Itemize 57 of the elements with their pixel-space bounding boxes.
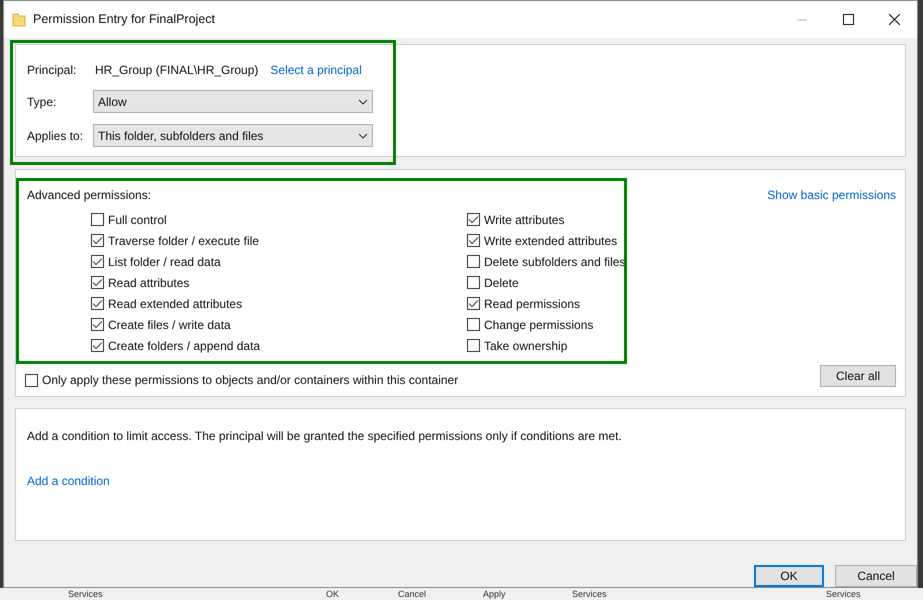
checkbox[interactable] <box>91 276 104 289</box>
checkbox-label: Take ownership <box>484 338 568 354</box>
checkbox-label: Write attributes <box>484 212 564 228</box>
checkbox-label: Change permissions <box>484 316 594 334</box>
checkbox-label: Read attributes <box>108 274 190 292</box>
checkbox-label: Read permissions <box>484 296 580 312</box>
checkbox-label: Create folders / append data <box>108 338 260 354</box>
background-label: Cancel <box>398 589 426 599</box>
background-label: Services <box>826 589 861 599</box>
chevron-down-icon <box>358 132 368 138</box>
checkbox[interactable] <box>467 234 480 247</box>
checkbox-label: Read extended attributes <box>108 296 242 312</box>
principal-name: HR_Group (FINAL\HR_Group) <box>95 62 258 79</box>
field-label: Principal: <box>27 62 78 79</box>
field-label: Type: <box>27 94 58 110</box>
dropdown[interactable]: Allow <box>93 90 373 113</box>
checkbox[interactable] <box>91 339 104 352</box>
background-label: Apply <box>483 589 506 599</box>
field-label: Applies to: <box>27 128 84 144</box>
checkbox[interactable] <box>91 318 104 331</box>
condition-description: Add a condition to limit access. The principal will be granted the specified permissions only if conditions are met. <box>27 428 622 445</box>
link[interactable]: Show basic permissions <box>767 186 896 204</box>
window-title: Permission Entry for FinalProject <box>33 11 216 28</box>
checkbox-label: Traverse folder / execute file <box>108 232 259 250</box>
checkbox-label: Only apply these permissions to objects and/or containers within this container <box>42 372 458 389</box>
dropdown[interactable]: This folder, subfolders and files <box>93 124 373 147</box>
checkbox[interactable] <box>91 255 104 268</box>
checkbox[interactable] <box>467 339 480 352</box>
dialog-button[interactable]: Cancel <box>835 565 917 587</box>
checkbox-label: Write extended attributes <box>484 232 618 250</box>
checkbox[interactable] <box>467 318 480 331</box>
dialog-button[interactable]: OK <box>754 565 824 587</box>
checkbox[interactable] <box>467 297 480 310</box>
maximize-icon <box>842 14 854 25</box>
checkbox[interactable] <box>467 276 480 289</box>
background-label: Services <box>68 589 103 599</box>
background-label: Services <box>572 589 607 599</box>
checkbox[interactable] <box>91 297 104 310</box>
clear-all-button[interactable]: Clear all <box>820 365 896 387</box>
checkbox-label: Delete subfolders and files <box>484 254 626 270</box>
checkbox[interactable] <box>91 213 104 226</box>
folder-icon <box>12 12 26 27</box>
checkbox[interactable] <box>467 213 480 226</box>
background-label: OK <box>326 589 340 599</box>
link[interactable]: Add a condition <box>27 472 110 490</box>
checkbox[interactable] <box>91 234 104 247</box>
link[interactable]: Select a principal <box>270 61 362 79</box>
close-icon <box>888 14 900 25</box>
checkbox-label: Delete <box>484 274 519 292</box>
checkbox-label: Create files / write data <box>108 316 231 334</box>
minimize-icon <box>797 18 807 20</box>
chevron-down-icon <box>358 98 368 104</box>
checkbox-label: List folder / read data <box>108 254 221 270</box>
section-heading: Advanced permissions: <box>27 187 152 204</box>
checkbox[interactable] <box>25 374 38 386</box>
checkbox-label: Full control <box>108 212 167 228</box>
checkbox[interactable] <box>467 255 480 268</box>
